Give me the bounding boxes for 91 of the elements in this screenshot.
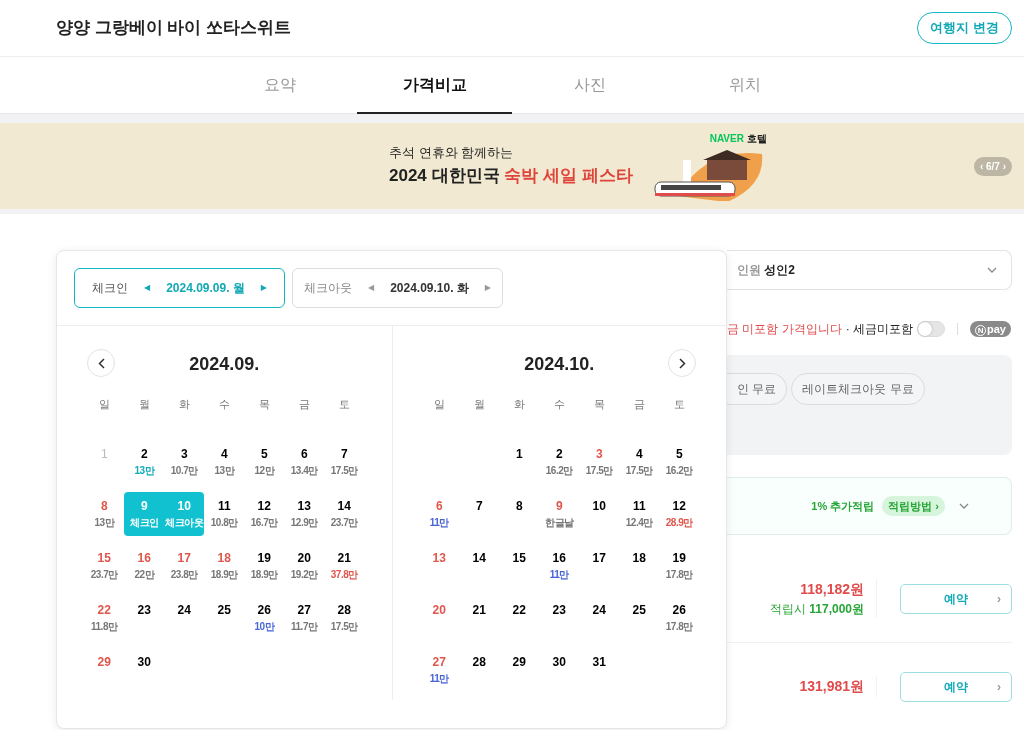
- calendar-day[interactable]: 23: [124, 595, 165, 640]
- calendar-day[interactable]: 18: [619, 543, 660, 588]
- weekday-label: 월: [137, 397, 151, 412]
- calendar-day[interactable]: 2 16.2만: [539, 439, 580, 484]
- calendar-day[interactable]: 3 10.7만: [164, 439, 205, 484]
- calendar-day[interactable]: 28: [459, 647, 500, 692]
- calendar-day[interactable]: 12 28.9만: [659, 491, 700, 536]
- calendar-day[interactable]: 16 11만: [539, 543, 580, 588]
- banner-pager: ‹ 6/7 ›: [973, 157, 1012, 176]
- calendar-day[interactable]: 11 10.8만: [204, 491, 245, 536]
- tax-toggle-label: · 세금미포함: [845, 321, 913, 338]
- weekday-label: 월: [472, 397, 486, 412]
- calendar-day[interactable]: 29: [499, 647, 540, 692]
- brand-logo: NAVER 호텔: [709, 132, 767, 146]
- guest-select[interactable]: 인원 성인2: [727, 250, 1012, 290]
- weekday-label: 토: [337, 397, 351, 412]
- weekday-label: 수: [217, 397, 231, 412]
- tax-notice: 금 미포함 가격입니다: [727, 321, 842, 338]
- calendar-day[interactable]: 27 11만: [419, 647, 460, 692]
- calendar-day[interactable]: 30: [539, 647, 580, 692]
- banner-subtitle: 추석 연휴와 함께하는: [389, 144, 515, 162]
- price-text: 118,182원: [800, 580, 864, 599]
- benefit-chip: 레이트체크아웃 무료: [791, 373, 925, 405]
- date-selector[interactable]: 체크아웃 ◀ 2024.09.10. 화 ▶: [292, 268, 503, 308]
- month-title: 2024.10.: [524, 352, 595, 376]
- month-title: 2024.09.: [189, 352, 260, 376]
- calendar-day[interactable]: 29: [84, 647, 125, 692]
- calendar-day[interactable]: 6 13.4만: [284, 439, 325, 484]
- calendar-day[interactable]: 2 13만: [124, 439, 165, 484]
- benefit-chip: 인 무료: [727, 373, 788, 405]
- calendar-day[interactable]: 22 11.8만: [84, 595, 125, 640]
- date-selector[interactable]: 체크인 ◀ 2024.09.09. 월 ▶: [74, 268, 285, 308]
- calendar-day[interactable]: 24: [164, 595, 205, 640]
- weekday-label: 목: [257, 397, 271, 412]
- calendar-day[interactable]: 19 17.8만: [659, 543, 700, 588]
- calendar-day[interactable]: 17: [579, 543, 620, 588]
- calendar-day[interactable]: 9 한글날: [539, 491, 580, 536]
- calendar-day[interactable]: 27 11.7만: [284, 595, 325, 640]
- calendar-day[interactable]: 14 23.7만: [324, 491, 365, 536]
- hotel-title: 양양 그랑베이 바이 쏘타스위트: [56, 17, 292, 40]
- weekday-label: 수: [552, 397, 566, 412]
- points-price-text: 적립시 117,000원: [769, 601, 864, 618]
- calendar-day[interactable]: 13: [419, 543, 460, 588]
- calendar-day[interactable]: 4 13만: [204, 439, 245, 484]
- weekday-label: 화: [177, 397, 191, 412]
- calendar-day[interactable]: 22: [499, 595, 540, 640]
- calendar-day[interactable]: 15: [499, 543, 540, 588]
- calendar-day[interactable]: 24: [579, 595, 620, 640]
- calendar-day[interactable]: 4 17.5만: [619, 439, 660, 484]
- calendar-day[interactable]: 10: [579, 491, 620, 536]
- pay-logo: N pay: [970, 320, 1011, 338]
- calendar-day[interactable]: 28 17.5만: [324, 595, 365, 640]
- weekday-label: 일: [97, 397, 111, 412]
- calendar-day[interactable]: 18 18.9만: [204, 543, 245, 588]
- calendar-day[interactable]: 17 23.8만: [164, 543, 205, 588]
- calendar-day[interactable]: 5 16.2만: [659, 439, 700, 484]
- calendar-day[interactable]: 21 37.8만: [324, 543, 365, 588]
- calendar-day[interactable]: 31: [579, 647, 620, 692]
- calendar-day[interactable]: 8: [499, 491, 540, 536]
- banner-title: 2024 대한민국 숙박 세일 페스타: [389, 164, 633, 187]
- calendar-day[interactable]: 1: [499, 439, 540, 484]
- calendar-day[interactable]: 26 10만: [244, 595, 285, 640]
- calendar-day[interactable]: 12 16.7만: [244, 491, 285, 536]
- weekday-label: 금: [632, 397, 646, 412]
- calendar-day[interactable]: 13 12.9만: [284, 491, 325, 536]
- calendar-day[interactable]: 20: [419, 595, 460, 640]
- calendar-day[interactable]: 8 13만: [84, 491, 125, 536]
- weekday-label: 목: [592, 397, 606, 412]
- weekday-label: 일: [432, 397, 446, 412]
- weekday-label: 금: [297, 397, 311, 412]
- calendar-day[interactable]: 5 12만: [244, 439, 285, 484]
- calendar-day[interactable]: 23: [539, 595, 580, 640]
- calendar-day[interactable]: 26 17.8만: [659, 595, 700, 640]
- calendar-day[interactable]: 7: [459, 491, 500, 536]
- calendar-day[interactable]: 21: [459, 595, 500, 640]
- calendar-day[interactable]: 20 19.2만: [284, 543, 325, 588]
- calendar-day[interactable]: 25: [204, 595, 245, 640]
- calendar-day[interactable]: 19 18.9만: [244, 543, 285, 588]
- calendar-day[interactable]: 6 11만: [419, 491, 460, 536]
- weekday-label: 화: [512, 397, 526, 412]
- calendar-day[interactable]: 15 23.7만: [84, 543, 125, 588]
- calendar-day[interactable]: 30: [124, 647, 165, 692]
- calendar-day[interactable]: 11 12.4만: [619, 491, 660, 536]
- calendar-day[interactable]: 3 17.5만: [579, 439, 620, 484]
- calendar-day[interactable]: 7 17.5만: [324, 439, 365, 484]
- calendar-day[interactable]: 25: [619, 595, 660, 640]
- weekday-label: 토: [672, 397, 686, 412]
- calendar-day[interactable]: 14: [459, 543, 500, 588]
- savings-text: 1% 추가적립: [811, 498, 875, 514]
- price-text: 131,981원: [799, 677, 864, 696]
- calendar-day[interactable]: 16 22만: [124, 543, 165, 588]
